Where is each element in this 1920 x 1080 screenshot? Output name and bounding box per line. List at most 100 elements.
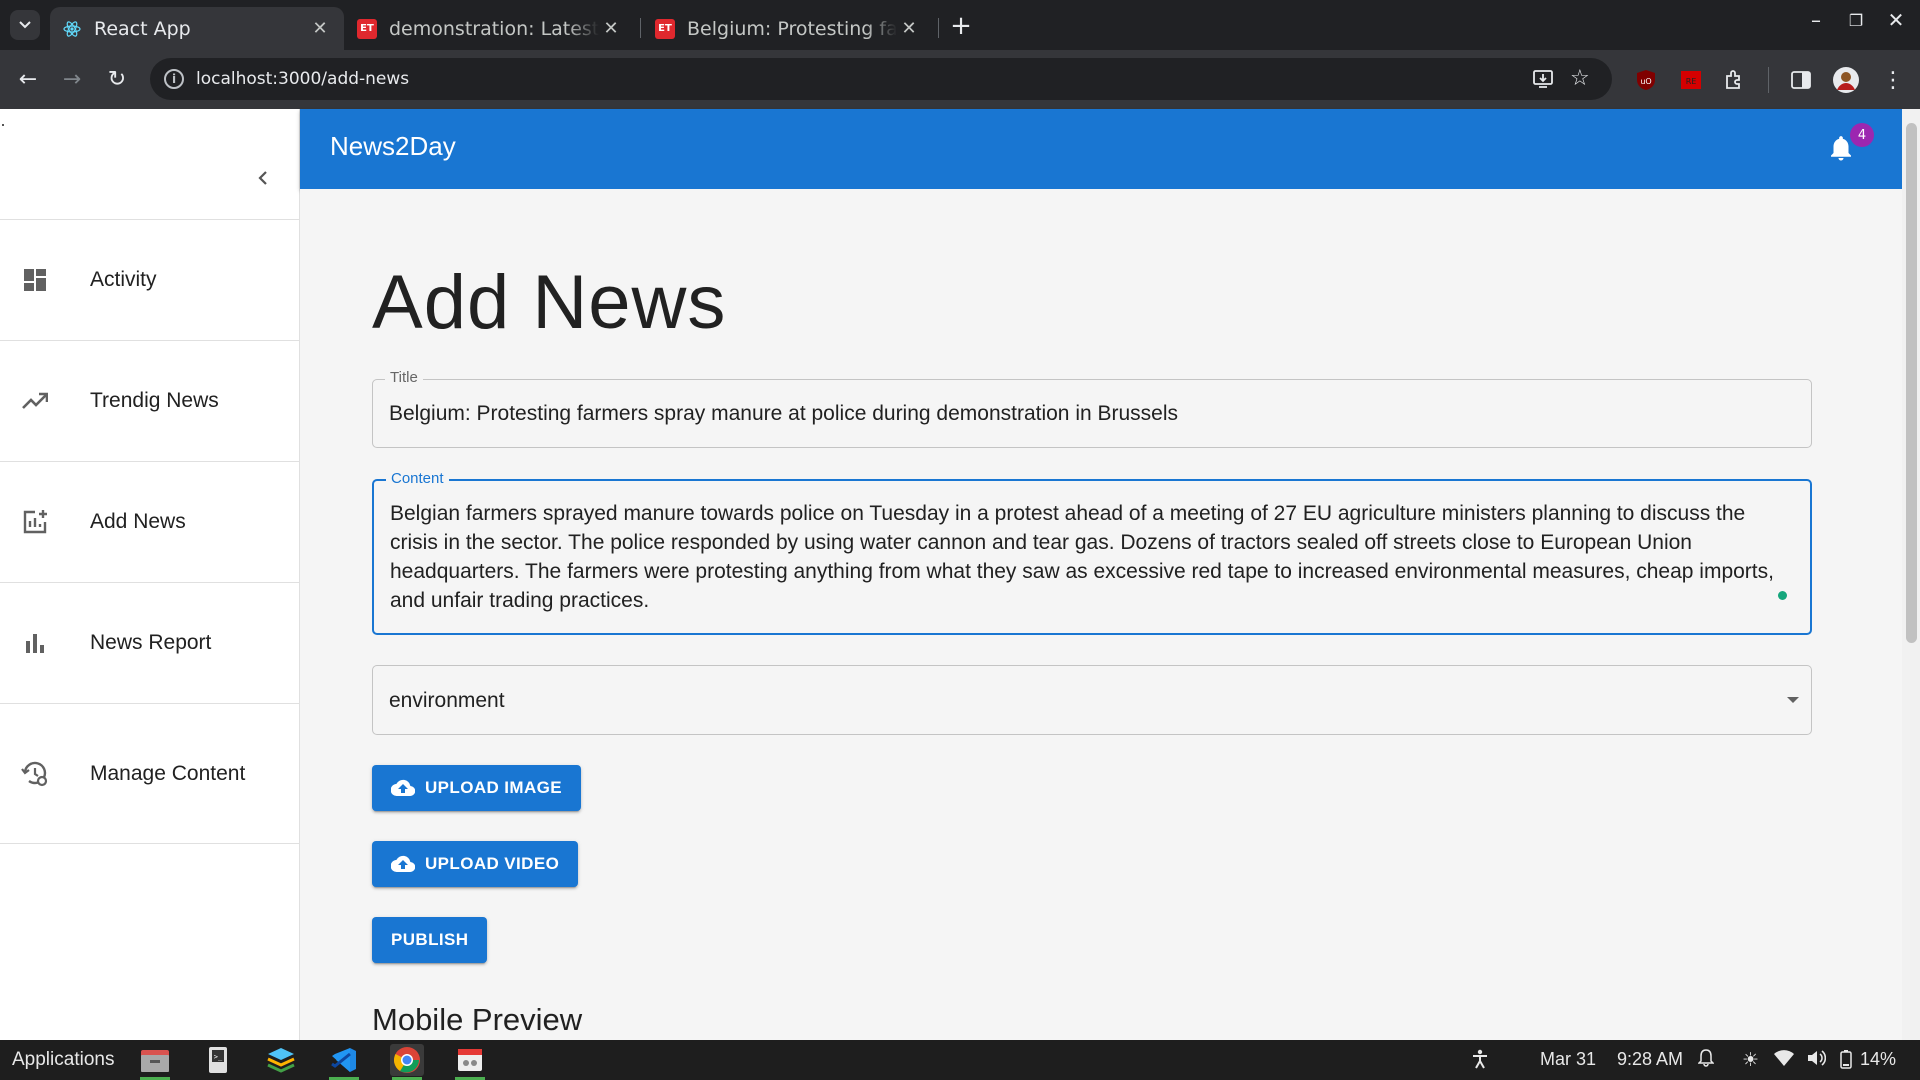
address-bar[interactable]: i localhost:3000/add-news ☆ [150,58,1612,100]
back-icon[interactable]: ← [13,64,43,94]
brand-title: News2Day [330,131,456,161]
minimize-window-icon[interactable]: – [1798,8,1834,32]
sidebar-dot [2,124,4,126]
tab-search-button[interactable] [10,10,40,40]
upload-video-label: UPLOAD VIDEO [425,854,560,873]
dropdown-arrow-icon [1787,697,1799,703]
brightness-icon[interactable]: ☀ [1742,1049,1759,1072]
tab-belgium[interactable]: ET Belgium: Protesting farmers ✕ [643,7,933,50]
title-field-label: Title [385,369,423,386]
files-app-icon[interactable] [138,1044,172,1080]
mobile-preview-heading: Mobile Preview [372,1002,583,1037]
collapse-sidebar-button[interactable] [250,165,276,191]
grammarly-dot-icon[interactable] [1778,591,1787,600]
dashboard-icon [19,264,51,296]
tab-title: React App [94,17,191,40]
app-bar: News2Day 4 [300,109,1902,189]
chevron-left-icon [258,171,267,185]
chrome-app-icon[interactable] [390,1044,424,1080]
terminal-app-icon[interactable]: >_ [201,1044,235,1076]
side-panel-icon[interactable] [1788,67,1814,93]
battery-icon[interactable] [1840,1049,1852,1074]
sidebar-item-manage-content[interactable]: Manage Content [0,703,299,844]
close-window-icon[interactable]: ✕ [1878,8,1914,32]
tab-divider [640,18,641,38]
sidebar: Activity Trendig News Add News News Repo… [0,109,300,1040]
restore-window-icon[interactable]: ❐ [1838,11,1874,30]
tab-divider [938,18,939,38]
title-input-value[interactable]: Belgium: Protesting farmers spray manure… [389,399,1783,428]
publish-button[interactable]: PUBLISH [372,917,488,963]
category-selected-value: environment [389,689,505,712]
wifi-icon[interactable] [1774,1049,1794,1072]
extension-red-icon[interactable]: RE [1678,67,1704,93]
layers-app-icon[interactable] [264,1044,298,1076]
content-textarea-value[interactable]: Belgian farmers sprayed manure towards p… [390,499,1782,615]
svg-text:uO: uO [1640,77,1651,86]
sidebar-item-label: News Report [90,631,212,654]
close-tab-icon[interactable]: ✕ [897,18,921,39]
page-title: Add News [372,260,727,345]
sidebar-item-activity[interactable]: Activity [0,219,299,340]
applications-menu[interactable]: Applications [12,1049,114,1071]
cloud-upload-icon [391,855,415,873]
tab-demonstration[interactable]: ET demonstration: Latest News ✕ [345,7,635,50]
tab-react-app[interactable]: React App ✕ [50,7,344,50]
browser-toolbar: ← → ↻ i localhost:3000/add-news ☆ uO RE … [0,50,1920,109]
accessibility-icon[interactable] [1471,1049,1489,1074]
main-content: Add News Title Belgium: Protesting farme… [300,189,1902,1040]
react-logo-icon [62,19,82,39]
manage-history-icon [19,758,51,790]
trending-up-icon [19,385,51,417]
os-taskbar: Applications >_ Mar 31 9:28 AM ☀ 14% [0,1040,1920,1080]
chevron-down-icon [19,21,31,29]
browser-menu-icon[interactable]: ⋮ [1880,67,1906,93]
sidebar-item-label: Manage Content [90,761,246,785]
battery-percent: 14% [1860,1049,1897,1069]
vscode-app-icon[interactable] [327,1044,361,1080]
browser-tab-strip: React App ✕ ET demonstration: Latest New… [0,0,1920,50]
close-tab-icon[interactable]: ✕ [308,18,332,39]
sidebar-item-label: Activity [90,268,157,291]
url-text: localhost:3000/add-news [196,69,410,89]
content-field[interactable]: Content Belgian farmers sprayed manure t… [372,470,1812,635]
upload-video-button[interactable]: UPLOAD VIDEO [372,841,579,887]
svg-text:>_: >_ [214,1053,223,1061]
bookmark-star-icon[interactable]: ☆ [1570,66,1590,91]
notification-bell-icon[interactable] [1697,1049,1715,1072]
close-tab-icon[interactable]: ✕ [599,18,623,39]
page-scrollbar[interactable] [1902,109,1920,1040]
svg-text:RE: RE [1686,77,1697,86]
reload-icon[interactable]: ↻ [102,64,132,94]
sidebar-item-add-news[interactable]: Add News [0,461,299,582]
new-tab-button[interactable]: + [945,10,977,42]
sidebar-item-label: Trendig News [90,389,219,412]
toolbar-divider [1768,67,1769,93]
forward-icon[interactable]: → [57,64,87,94]
profile-avatar[interactable] [1833,67,1859,93]
et-logo-icon: ET [655,18,675,39]
cloud-upload-icon [391,779,415,797]
screenshot-app-icon[interactable] [453,1044,487,1080]
et-logo-icon: ET [357,18,377,39]
publish-label: PUBLISH [391,930,469,949]
upload-image-button[interactable]: UPLOAD IMAGE [372,765,582,811]
sidebar-item-news-report[interactable]: News Report [0,582,299,703]
bar-chart-icon [19,627,51,659]
title-field[interactable]: Title Belgium: Protesting farmers spray … [372,369,1812,448]
category-select[interactable]: environment [372,665,1812,735]
sidebar-item-trending-news[interactable]: Trendig News [0,340,299,461]
sidebar-item-label: Add News [90,510,186,533]
ublock-icon[interactable]: uO [1633,67,1659,93]
install-app-icon[interactable] [1531,67,1555,96]
date-text: Mar 31 [1540,1049,1597,1069]
clock-text: 9:28 AM [1617,1049,1684,1069]
tab-title: demonstration: Latest News [389,17,599,40]
site-info-icon[interactable]: i [164,69,184,89]
volume-icon[interactable] [1806,1049,1827,1072]
extensions-puzzle-icon[interactable] [1722,67,1748,93]
add-chart-icon [19,506,51,538]
scrollbar-thumb[interactable] [1906,123,1917,643]
upload-image-label: UPLOAD IMAGE [425,778,563,797]
content-field-label: Content [386,470,449,487]
